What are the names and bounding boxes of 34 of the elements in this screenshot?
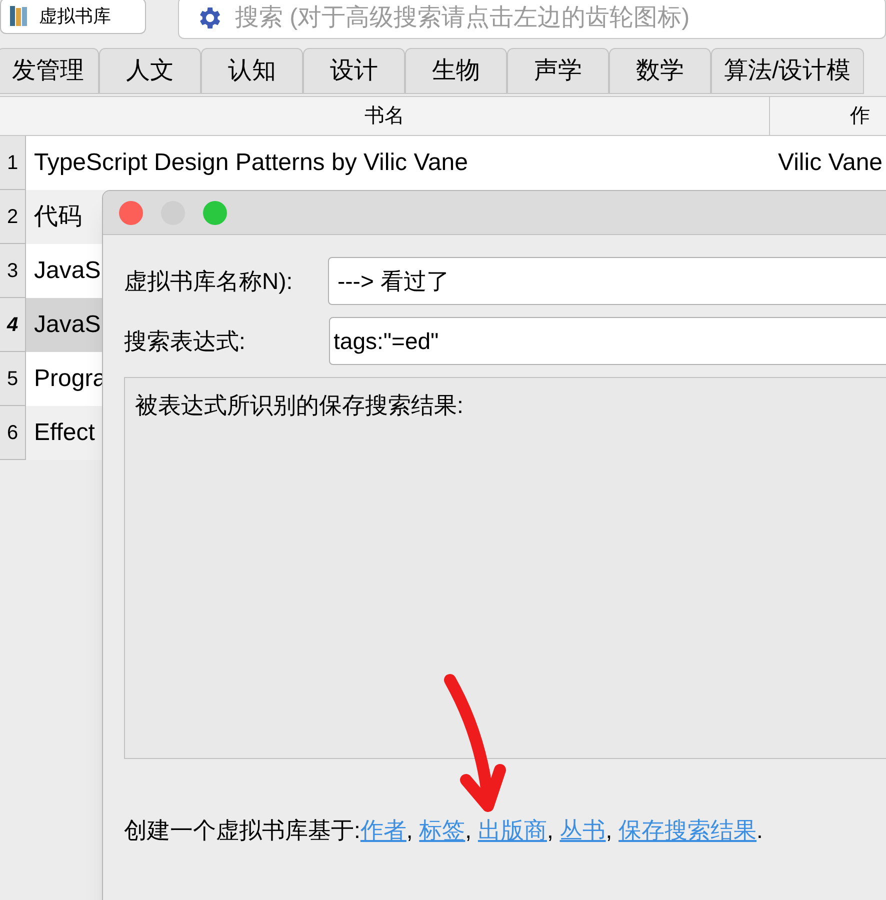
field-label: 虚拟书库名称N): <box>124 266 294 296</box>
row-number: 3 <box>0 244 26 298</box>
tab[interactable]: 数学 <box>609 48 711 94</box>
tab[interactable]: 生物 <box>405 48 507 94</box>
table-cell-text: JavaS <box>33 256 101 286</box>
table-cell-text: TypeScript Design Patterns by Vilic Vane <box>33 148 468 178</box>
column-header[interactable]: 作 <box>770 97 886 135</box>
table-row[interactable]: 1 TypeScript Design Patterns by Vilic Vane Vilic Vane <box>0 136 886 190</box>
tab[interactable]: 发管理 <box>0 48 99 94</box>
row-number: 5 <box>0 352 26 406</box>
tab[interactable]: 算法/设计模 <box>711 48 864 94</box>
table-cell-text: Effect <box>33 418 95 448</box>
tab[interactable]: 人文 <box>99 48 201 94</box>
name-field[interactable]: ---> 看过了 <box>328 257 886 305</box>
create-library-sentence: 创建一个虚拟书库基于:作者, 标签, 出版商, 丛书, 保存搜索结果. <box>124 816 764 845</box>
tab[interactable]: 认知 <box>201 48 303 94</box>
tab[interactable]: 设计 <box>303 48 405 94</box>
table-cell-text: JavaS <box>33 310 101 340</box>
maximize-icon[interactable] <box>203 200 227 224</box>
close-icon[interactable] <box>119 200 143 224</box>
library-button[interactable]: 虚拟书库 <box>0 0 146 34</box>
search-field[interactable]: 搜索 (对于高级搜索请点击左边的齿轮图标) <box>178 0 886 39</box>
field-label: 搜索表达式: <box>124 326 246 356</box>
search-input[interactable]: 搜索 (对于高级搜索请点击左边的齿轮图标) <box>235 0 869 36</box>
table-cell-text: Vilic Vane <box>777 148 884 178</box>
expression-field[interactable]: tags:"=ed" <box>328 317 886 365</box>
table-cell-text: 代码 <box>33 202 82 232</box>
column-header[interactable]: 书名 <box>0 97 770 135</box>
results-label: 被表达式所识别的保存搜索结果: <box>135 392 464 418</box>
row-number: 4 <box>0 298 26 352</box>
row-number: 2 <box>0 190 26 244</box>
row-number: 1 <box>0 136 26 190</box>
tab[interactable]: 声学 <box>507 48 609 94</box>
row-number: 6 <box>0 406 26 460</box>
